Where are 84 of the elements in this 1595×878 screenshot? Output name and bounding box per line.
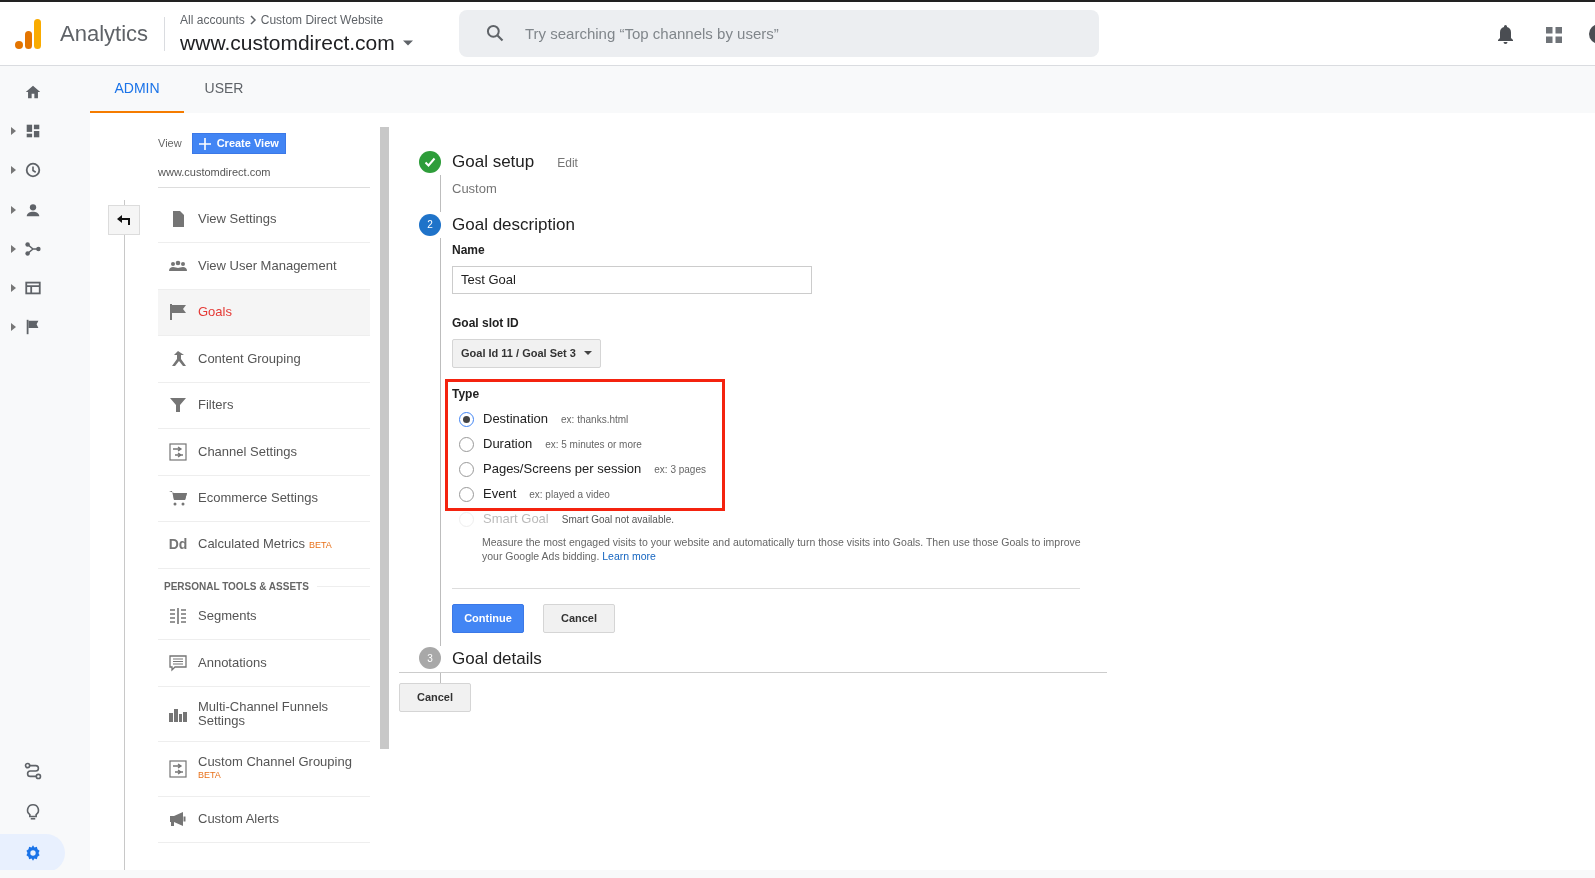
step-indicator: 3 <box>419 647 441 670</box>
caret-icon <box>402 40 413 46</box>
tab[interactable]: USER <box>184 66 264 113</box>
scrollbar[interactable] <box>380 127 389 749</box>
expand-caret-icon[interactable] <box>11 244 16 253</box>
nav-item-label: Custom Channel Grouping <box>198 754 352 769</box>
step-indicator: 2 <box>419 213 441 236</box>
field-label: Type <box>452 385 481 403</box>
field-label: Name <box>452 241 486 259</box>
route-icon <box>24 762 42 780</box>
flag-icon <box>168 302 188 323</box>
view-name: www.customdirect.com <box>158 164 370 188</box>
goal-slot-dropdown[interactable]: Goal Id 11 / Goal Set 3 <box>452 338 601 368</box>
example-hint: ex: thanks.html <box>561 412 629 427</box>
radio-label: Event <box>483 485 517 504</box>
analytics-logo-icon <box>15 18 41 49</box>
create-view-button[interactable]: Create View <box>191 133 286 154</box>
admin-nav-item[interactable]: Goals <box>158 289 370 336</box>
admin-nav-item[interactable]: View User Management <box>158 243 370 290</box>
search-icon <box>485 23 505 43</box>
expand-caret-icon[interactable] <box>11 323 16 332</box>
step-title: Goal setup <box>452 151 535 173</box>
product-name: Analytics <box>60 20 149 48</box>
plus-icon <box>198 137 211 150</box>
exchange-arrows-icon <box>168 441 188 462</box>
admin-nav-item[interactable]: Ecommerce Settings <box>158 475 370 522</box>
nav-item-label: Calculated Metrics <box>198 537 305 551</box>
back-arrow-button[interactable] <box>108 205 140 235</box>
example-hint: ex: played a video <box>529 487 610 502</box>
field-label: Goal slot ID <box>452 314 520 332</box>
name-field[interactable]: Test Goal <box>452 265 812 294</box>
admin-nav-item[interactable]: Filters <box>158 382 370 429</box>
search-field[interactable]: Try searching “Top channels by users” <box>459 10 1099 57</box>
lightbulb-icon <box>24 803 42 821</box>
expand-caret-icon[interactable] <box>11 284 16 293</box>
beta-label: BETA <box>308 539 332 552</box>
continue-button[interactable]: Continue <box>452 603 524 633</box>
admin-nav-item[interactable]: Dd Calculated Metrics BETA <box>158 522 370 569</box>
chevron-right-icon <box>248 15 257 25</box>
notifications-bell-icon[interactable] <box>1497 24 1514 44</box>
example-hint: Smart Goal not available. <box>561 512 675 527</box>
beta-label: BETA <box>198 768 222 782</box>
clock-icon <box>24 161 42 180</box>
expand-caret-icon[interactable] <box>11 126 16 135</box>
learn-more-link[interactable]: Learn more <box>602 549 656 562</box>
view-label: View <box>158 136 182 152</box>
admin-nav-item[interactable]: Annotations <box>158 640 370 687</box>
admin-nav-item[interactable]: Custom Alerts <box>158 796 370 843</box>
admin-nav-item[interactable]: View Settings <box>158 196 370 243</box>
expand-caret-icon[interactable] <box>11 205 16 214</box>
comment-icon <box>168 652 188 673</box>
property-selector[interactable]: www.customdirect.com <box>180 30 413 56</box>
admin-nav-item[interactable]: Multi-Channel Funnels Settings <box>158 686 370 742</box>
settings-nav-button[interactable] <box>0 834 65 872</box>
step-summary: Custom <box>452 179 498 198</box>
admin-nav-item[interactable]: Channel Settings <box>158 429 370 476</box>
radio-label: Duration <box>483 435 533 454</box>
edit-link[interactable]: Edit <box>557 153 578 172</box>
smart-goal-description: Measure the most engaged visits to your website and automatically turn those visits into Goals. Then use those Goals to improve your Google Ads bidding. Learn more <box>482 534 1082 563</box>
breadcrumb-link[interactable]: Custom Direct Website <box>260 11 384 29</box>
step-title: Goal description <box>452 214 575 236</box>
example-hint: ex: 5 minutes or more <box>545 437 642 452</box>
admin-nav-item[interactable]: Content Grouping <box>158 336 370 383</box>
breadcrumb-link[interactable]: All accounts <box>180 11 245 29</box>
step-title: Goal details <box>452 647 542 670</box>
letters-icon: Dd <box>168 534 188 556</box>
admin-nav-item[interactable]: Segments <box>158 593 370 640</box>
branch-icon <box>24 239 42 258</box>
exchange-arrows-icon <box>168 758 188 779</box>
check-icon <box>424 155 436 168</box>
radio-label: Destination <box>483 410 549 429</box>
radio-label: Smart Goal <box>483 510 549 529</box>
section-heading: PERSONAL TOOLS & ASSETS <box>164 579 309 594</box>
admin-nav-item[interactable]: Custom Channel Grouping BETA <box>158 741 370 797</box>
expand-caret-icon[interactable] <box>11 166 16 175</box>
cancel-button[interactable]: Cancel <box>543 603 615 633</box>
segments-icon <box>168 606 188 627</box>
apps-grid-icon[interactable] <box>1546 27 1562 43</box>
cancel-button[interactable]: Cancel <box>399 683 471 712</box>
radio-label: Pages/Screens per session <box>483 460 642 479</box>
example-hint: ex: 3 pages <box>654 462 706 477</box>
settings-icon <box>24 844 42 862</box>
back-arrow-icon <box>117 215 131 225</box>
caret-icon <box>583 351 592 355</box>
